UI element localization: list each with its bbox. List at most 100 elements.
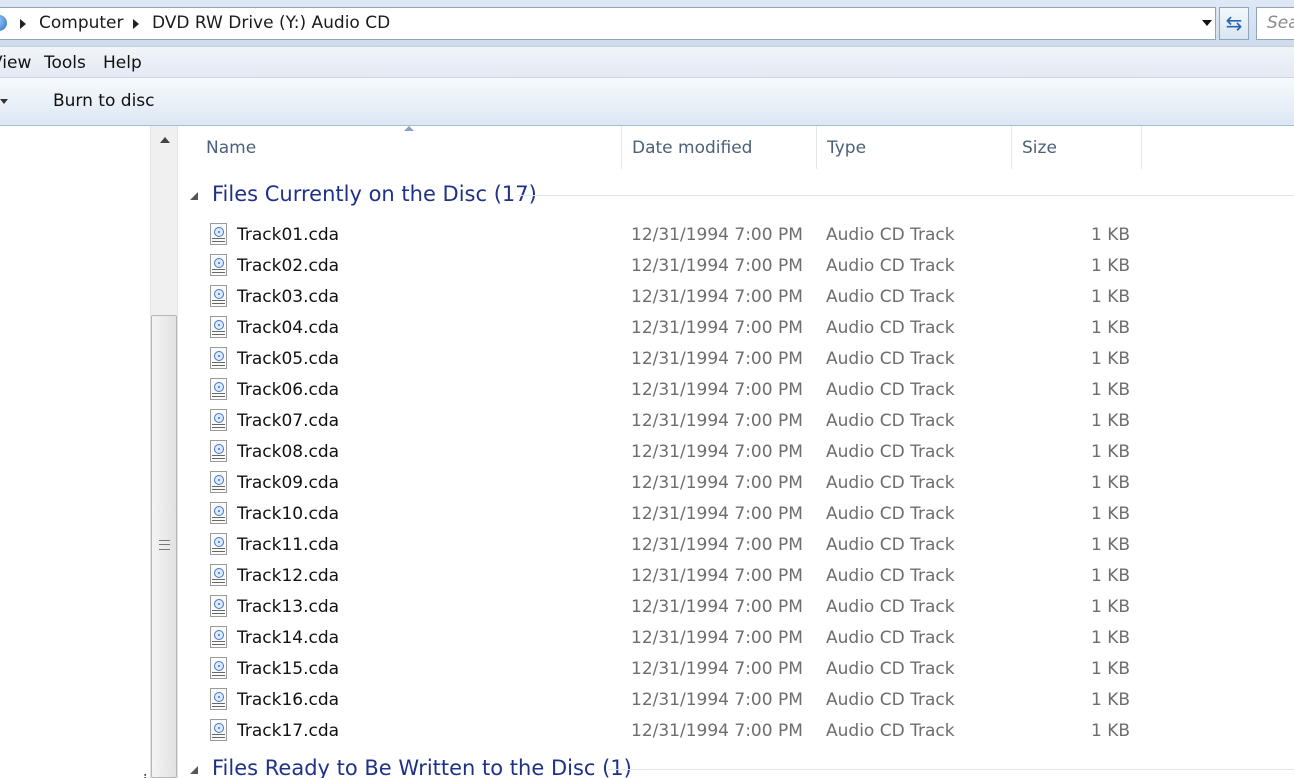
file-size: 1 KB — [1090, 287, 1130, 307]
file-name: Track04.cda — [237, 318, 340, 338]
command-bar: Burn to disc — [0, 78, 1294, 126]
column-header-name[interactable]: Name — [196, 126, 622, 169]
column-header-type[interactable]: Type — [817, 126, 1012, 169]
file-row[interactable]: Track07.cda 12/31/1994 7:00 PM Audio CD Tr… — [178, 406, 1294, 437]
scroll-up-icon[interactable] — [160, 137, 170, 143]
file-row[interactable]: Track06.cda 12/31/1994 7:00 PM Audio CD Tr… — [178, 375, 1294, 406]
file-row[interactable]: Track03.cda 12/31/1994 7:00 PM Audio CD Tr… — [178, 282, 1294, 313]
search-input[interactable]: Sea — [1256, 7, 1294, 40]
file-name: Track16.cda — [237, 690, 340, 710]
file-date-modified: 12/31/1994 7:00 PM — [631, 256, 803, 276]
audio-cd-track-icon — [210, 378, 227, 400]
file-date-modified: 12/31/1994 7:00 PM — [631, 442, 803, 462]
group-header-ready-to-write[interactable]: Files Ready to Be Written to the Disc (1… — [190, 756, 1294, 778]
file-size: 1 KB — [1090, 380, 1130, 400]
menu-help[interactable]: Help — [103, 53, 142, 73]
audio-cd-track-icon — [210, 626, 227, 648]
file-size: 1 KB — [1090, 721, 1130, 741]
navigation-scrollbar[interactable] — [150, 126, 178, 778]
collapse-group-icon[interactable] — [190, 192, 198, 200]
file-size: 1 KB — [1090, 256, 1130, 276]
scrollbar-thumb[interactable] — [151, 315, 177, 778]
file-name: Track13.cda — [237, 597, 340, 617]
file-type: Audio CD Track — [826, 535, 955, 555]
menu-tools[interactable]: Tools — [44, 53, 86, 73]
file-date-modified: 12/31/1994 7:00 PM — [631, 628, 803, 648]
file-type: Audio CD Track — [826, 473, 955, 493]
refresh-button[interactable]: ⇆ — [1219, 7, 1249, 40]
file-type: Audio CD Track — [826, 442, 955, 462]
file-size: 1 KB — [1090, 628, 1130, 648]
file-name: Track11.cda — [237, 535, 340, 555]
scrollbar-grip-icon — [159, 540, 170, 550]
file-size: 1 KB — [1090, 473, 1130, 493]
audio-cd-track-icon — [210, 409, 227, 431]
file-date-modified: 12/31/1994 7:00 PM — [631, 690, 803, 710]
file-date-modified: 12/31/1994 7:00 PM — [631, 411, 803, 431]
file-row[interactable]: Track11.cda 12/31/1994 7:00 PM Audio CD Tr… — [178, 530, 1294, 561]
breadcrumb-chevron-icon[interactable] — [133, 19, 139, 29]
file-size: 1 KB — [1090, 349, 1130, 369]
file-row[interactable]: Track08.cda 12/31/1994 7:00 PM Audio CD Tr… — [178, 437, 1294, 468]
group-header-on-disc[interactable]: Files Currently on the Disc (17) — [190, 182, 1294, 210]
file-row[interactable]: Track09.cda 12/31/1994 7:00 PM Audio CD Tr… — [178, 468, 1294, 499]
file-row[interactable]: Track13.cda 12/31/1994 7:00 PM Audio CD Tr… — [178, 592, 1294, 623]
audio-cd-track-icon — [210, 595, 227, 617]
file-row[interactable]: Track16.cda 12/31/1994 7:00 PM Audio CD Tr… — [178, 685, 1294, 716]
nav-pane-clipped-text: i — [143, 771, 147, 778]
audio-cd-track-icon — [210, 564, 227, 586]
file-row[interactable]: Track10.cda 12/31/1994 7:00 PM Audio CD Tr… — [178, 499, 1294, 530]
breadcrumb-computer[interactable]: Computer — [39, 13, 124, 33]
burn-to-disc-button[interactable]: Burn to disc — [53, 91, 155, 111]
address-bar-area: Computer DVD RW Drive (Y:) Audio CD ⇆ Se… — [0, 0, 1294, 46]
audio-cd-track-icon — [210, 223, 227, 245]
audio-cd-track-icon — [210, 688, 227, 710]
file-name: Track14.cda — [237, 628, 340, 648]
file-size: 1 KB — [1090, 442, 1130, 462]
file-row[interactable]: Track01.cda 12/31/1994 7:00 PM Audio CD Tr… — [178, 220, 1294, 251]
file-name: Track09.cda — [237, 473, 340, 493]
group-title: Files Ready to Be Written to the Disc (1… — [212, 756, 632, 778]
file-row[interactable]: Track17.cda 12/31/1994 7:00 PM Audio CD Tr… — [178, 716, 1294, 747]
group-divider — [608, 769, 1294, 770]
file-date-modified: 12/31/1994 7:00 PM — [631, 504, 803, 524]
file-name: Track15.cda — [237, 659, 340, 679]
audio-cd-track-icon — [210, 440, 227, 462]
file-size: 1 KB — [1090, 566, 1130, 586]
collapse-group-icon[interactable] — [190, 766, 198, 774]
file-name: Track05.cda — [237, 349, 340, 369]
audio-cd-track-icon — [210, 316, 227, 338]
breadcrumb-chevron-icon[interactable] — [20, 19, 26, 29]
file-name: Track06.cda — [237, 380, 340, 400]
file-name: Track01.cda — [237, 225, 340, 245]
file-row[interactable]: Track05.cda 12/31/1994 7:00 PM Audio CD Tr… — [178, 344, 1294, 375]
audio-cd-track-icon — [210, 347, 227, 369]
file-row[interactable]: Track12.cda 12/31/1994 7:00 PM Audio CD Tr… — [178, 561, 1294, 592]
file-size: 1 KB — [1090, 659, 1130, 679]
menu-view[interactable]: View — [0, 53, 31, 73]
audio-cd-track-icon — [210, 657, 227, 679]
file-type: Audio CD Track — [826, 690, 955, 710]
file-type: Audio CD Track — [826, 566, 955, 586]
file-row[interactable]: Track15.cda 12/31/1994 7:00 PM Audio CD Tr… — [178, 654, 1294, 685]
file-date-modified: 12/31/1994 7:00 PM — [631, 597, 803, 617]
search-placeholder: Sea — [1267, 13, 1294, 33]
breadcrumb-drive[interactable]: DVD RW Drive (Y:) Audio CD — [152, 13, 390, 33]
file-date-modified: 12/31/1994 7:00 PM — [631, 566, 803, 586]
address-history-dropdown-icon[interactable] — [1198, 8, 1216, 39]
file-rows: Track01.cda 12/31/1994 7:00 PM Audio CD Tr… — [178, 220, 1294, 747]
file-row[interactable]: Track04.cda 12/31/1994 7:00 PM Audio CD Tr… — [178, 313, 1294, 344]
file-size: 1 KB — [1090, 597, 1130, 617]
address-bar[interactable]: Computer DVD RW Drive (Y:) Audio CD — [0, 7, 1216, 40]
column-header-size[interactable]: Size — [1012, 126, 1142, 169]
file-size: 1 KB — [1090, 225, 1130, 245]
file-date-modified: 12/31/1994 7:00 PM — [631, 473, 803, 493]
file-date-modified: 12/31/1994 7:00 PM — [631, 380, 803, 400]
column-header-date-modified[interactable]: Date modified — [622, 126, 817, 169]
file-name: Track03.cda — [237, 287, 340, 307]
file-date-modified: 12/31/1994 7:00 PM — [631, 659, 803, 679]
file-row[interactable]: Track14.cda 12/31/1994 7:00 PM Audio CD Tr… — [178, 623, 1294, 654]
file-row[interactable]: Track02.cda 12/31/1994 7:00 PM Audio CD Tr… — [178, 251, 1294, 282]
organize-dropdown-icon[interactable] — [0, 99, 8, 104]
group-divider — [518, 195, 1294, 196]
